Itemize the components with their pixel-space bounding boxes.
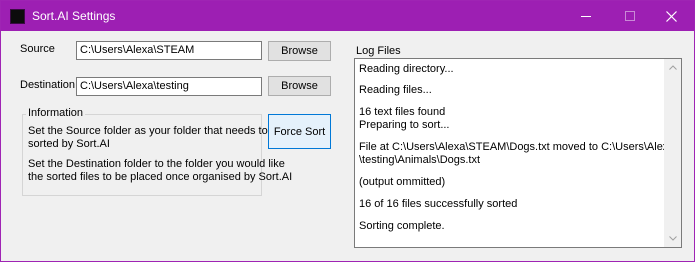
log-line: Reading directory... [359,63,454,75]
scroll-up-button[interactable] [665,59,681,76]
chevron-down-icon [669,236,677,241]
source-label: Source [20,43,55,55]
log-line: Preparing to sort... [359,119,450,131]
close-icon [665,10,677,22]
destination-browse-button[interactable]: Browse [268,76,331,96]
log-scrollbar[interactable] [664,59,681,247]
log-line: File at C:\Users\Alexa\STEAM\Dogs.txt mo… [359,141,675,153]
maximize-button[interactable] [610,1,650,31]
title-bar[interactable]: Sort.AI Settings [1,1,694,31]
source-browse-button[interactable]: Browse [268,41,331,61]
chevron-up-icon [669,65,677,70]
close-button[interactable] [651,1,691,31]
destination-label: Destination [20,79,76,91]
minimize-icon [581,16,591,17]
scroll-down-button[interactable] [665,230,681,247]
minimize-button[interactable] [566,1,606,31]
information-title: Information [26,107,86,119]
log-files-label: Log Files [356,45,401,57]
app-icon [10,9,25,24]
source-path-input[interactable]: C:\Users\Alexa\STEAM [76,41,262,60]
log-textbox[interactable]: Reading directory... Reading files... 16… [354,58,682,248]
maximize-icon [625,11,635,21]
log-line: \testing\Animals\Dogs.txt [359,154,481,166]
destination-path-input[interactable]: C:\Users\Alexa\testing [76,77,262,96]
log-line: 16 text files found [359,106,446,118]
info-line: sorted by Sort.AI [28,138,110,150]
log-line: (output ommitted) [359,176,446,188]
settings-window: Sort.AI Settings Source C:\Users\Alexa\S… [0,0,695,262]
info-line: Set the Source folder as your folder tha… [28,125,283,137]
info-line: Set the Destination folder to the folder… [28,158,285,170]
log-line: Sorting complete. [359,220,445,232]
info-line: the sorted files to be placed once organ… [28,171,293,183]
log-line: 16 of 16 files successfully sorted [359,198,518,210]
force-sort-button[interactable]: Force Sort [268,114,331,149]
window-title: Sort.AI Settings [32,9,116,23]
log-line: Reading files... [359,84,432,96]
